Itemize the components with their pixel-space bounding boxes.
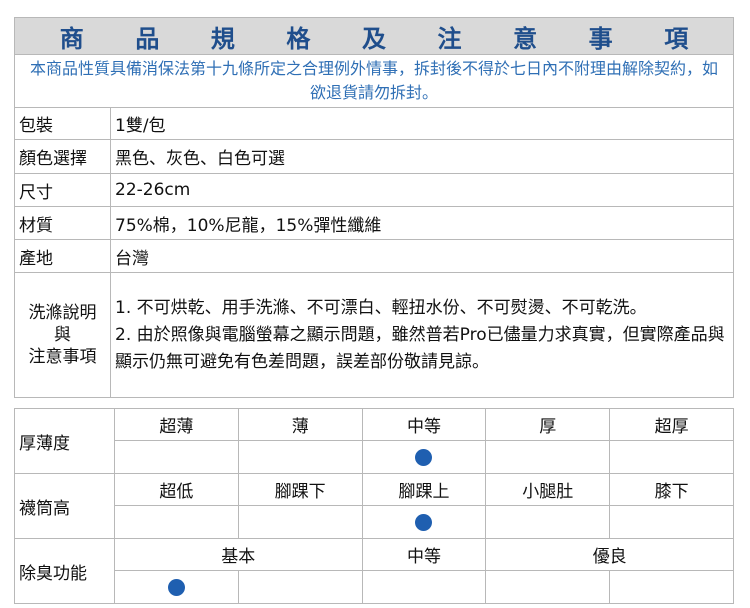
care-label-line: 洗滌說明 <box>28 303 97 323</box>
rating-cell <box>485 570 611 604</box>
rating-table: 厚薄度 超薄 薄 中等 厚 超厚 襪筒高 超低 腳踝下 腳踝上 小腿肚 膝下 除… <box>14 408 734 604</box>
spec-value: 台灣 <box>110 239 734 273</box>
rating-option: 超厚 <box>609 408 734 441</box>
spec-row-material: 材質 75%棉，10%尼龍，15%彈性纖維 <box>14 206 734 240</box>
rating-cell <box>361 570 487 604</box>
rating-option: 腳踝上 <box>361 473 487 506</box>
spec-label: 材質 <box>14 206 111 240</box>
rating-cell <box>114 570 239 604</box>
spec-sheet: 商 品 規 格 及 注 意 事 項 本商品性質具備消保法第十九條所定之合理例外情… <box>14 17 734 604</box>
spec-label: 產地 <box>14 239 111 273</box>
deodorant-label: 除臭功能 <box>14 538 115 604</box>
spec-row-origin: 產地 台灣 <box>14 239 734 273</box>
rating-option: 薄 <box>237 408 363 441</box>
care-instructions: 1. 不可烘乾、用手洗滌、不可漂白、輕扭水份、不可熨燙、不可乾洗。 2. 由於照… <box>110 272 734 398</box>
selected-marker <box>415 513 433 531</box>
thickness-options-row: 厚薄度 超薄 薄 中等 厚 超厚 <box>14 408 734 474</box>
care-label-line: 注意事項 <box>28 347 97 367</box>
thickness-label: 厚薄度 <box>14 408 115 474</box>
rating-option: 小腿肚 <box>485 473 611 506</box>
spec-row-color: 顏色選擇 黑色、灰色、白色可選 <box>14 139 734 174</box>
spec-value: 黑色、灰色、白色可選 <box>110 139 734 174</box>
rating-cell <box>609 570 734 604</box>
spec-value: 22-26cm <box>110 173 734 207</box>
rating-cell <box>114 440 239 474</box>
page-title: 商 品 規 格 及 注 意 事 項 <box>14 17 734 54</box>
rating-cell <box>237 570 363 604</box>
spec-row-packaging: 包裝 1雙/包 <box>14 107 734 140</box>
return-notice: 本商品性質具備消保法第十九條所定之合理例外情事，拆封後不得於七日內不附理由解除契… <box>14 54 734 107</box>
spec-value: 75%棉，10%尼龍，15%彈性纖維 <box>110 206 734 240</box>
rating-option: 膝下 <box>609 473 734 506</box>
spec-label: 顏色選擇 <box>14 139 111 174</box>
rating-option: 中等 <box>361 408 487 441</box>
care-item: 2. 由於照像與電腦螢幕之顯示問題，雖然普若Pro已儘量力求真實，但實際產品與 … <box>115 324 725 372</box>
spec-label: 尺寸 <box>14 173 111 207</box>
care-label-line: 與 <box>54 325 71 345</box>
selected-marker <box>415 448 433 466</box>
rating-option: 基本 <box>114 538 363 571</box>
spec-row-size: 尺寸 22-26cm <box>14 173 734 207</box>
rating-cell <box>485 505 611 539</box>
rating-cell <box>237 440 363 474</box>
thickness-marker-row <box>15 440 734 474</box>
care-item: 1. 不可烘乾、用手洗滌、不可漂白、輕扭水份、不可熨燙、不可乾洗。 <box>115 297 647 318</box>
rating-cell <box>361 440 487 474</box>
selected-marker <box>167 578 185 596</box>
rating-option: 超低 <box>114 473 239 506</box>
sock-height-marker-row <box>15 505 734 539</box>
rating-cell <box>114 505 239 539</box>
spec-table: 包裝 1雙/包 顏色選擇 黑色、灰色、白色可選 尺寸 22-26cm 材質 75… <box>14 107 734 398</box>
rating-cell <box>609 440 734 474</box>
rating-option: 厚 <box>485 408 611 441</box>
deodorant-marker-row <box>15 570 734 604</box>
rating-option: 腳踝下 <box>237 473 363 506</box>
rating-cell <box>609 505 734 539</box>
spec-label: 包裝 <box>14 107 111 140</box>
rating-cell <box>361 505 487 539</box>
rating-option: 優良 <box>485 538 734 571</box>
spec-value: 1雙/包 <box>110 107 734 140</box>
rating-cell <box>237 505 363 539</box>
rating-cell <box>485 440 611 474</box>
rating-option: 超薄 <box>114 408 239 441</box>
deodorant-options-row: 除臭功能 基本 中等 優良 <box>14 538 734 604</box>
sock-height-options-row: 襪筒高 超低 腳踝下 腳踝上 小腿肚 膝下 <box>14 473 734 539</box>
spec-row-care: 洗滌說明 與 注意事項 1. 不可烘乾、用手洗滌、不可漂白、輕扭水份、不可熨燙、… <box>14 272 734 398</box>
sock-height-label: 襪筒高 <box>14 473 115 539</box>
rating-option: 中等 <box>361 538 487 571</box>
care-label: 洗滌說明 與 注意事項 <box>14 272 111 398</box>
